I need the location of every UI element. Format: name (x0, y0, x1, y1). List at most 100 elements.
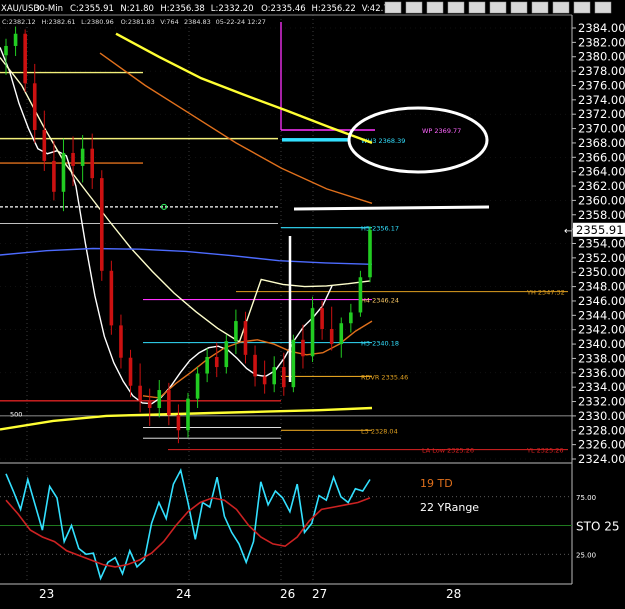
candle-body (320, 308, 324, 329)
candle-body (272, 367, 277, 385)
price-tick-label: 2352.00 (578, 251, 625, 265)
price-tick-label: 2368.00 (578, 136, 625, 150)
candle-body (234, 321, 238, 342)
stoch-tick-label: 75.00 (576, 494, 596, 502)
time-axis-label: 24 (176, 587, 191, 601)
toolbar-icon (531, 1, 549, 14)
candle-body (167, 390, 171, 416)
h3-level-label: H3 2340.18 (361, 340, 399, 348)
stoch-tick-label: 25.00 (576, 551, 596, 559)
weekly-pivot-label: WP 2369.77 (422, 127, 461, 135)
price-tick-label: 2340.00 (578, 337, 625, 351)
price-tick-label: 2374.00 (578, 93, 625, 107)
candle-body (262, 376, 267, 385)
candle-body (205, 356, 209, 374)
price-tick-label: 2338.00 (578, 351, 625, 365)
toolbar-icon (594, 1, 612, 14)
yl-label: YL 2325.26 (526, 447, 564, 455)
price-tick-label: 2360.00 (578, 193, 625, 207)
candle-body (253, 354, 257, 377)
prev-bar-field: O:2381.83 (121, 18, 155, 26)
candle-body (358, 277, 363, 313)
header-field: N:21.80 (120, 4, 154, 14)
price-tick-label: 2372.00 (578, 107, 625, 121)
rdvr-level-label: RDVR 2335.46 (361, 373, 408, 381)
candle-body (281, 367, 286, 388)
toolbar-icon (426, 1, 444, 14)
toolbar-icon (468, 1, 486, 14)
header-field: C:2355.91 (70, 4, 114, 14)
last-price-arrow-icon: ← (564, 226, 572, 237)
candle-body (42, 130, 47, 161)
trading-chart: XAU/USD 30-Min C:2355.91 N:21.80 H:2356.38 L:… (0, 0, 625, 605)
candle-body (157, 390, 162, 408)
candle-body (176, 415, 181, 431)
toolbar-icon (573, 1, 591, 14)
toolbar-icon (510, 1, 528, 14)
candle-body (52, 160, 56, 192)
price-tick-label: 2384.00 (578, 21, 625, 35)
price-tick-label: 2362.00 (578, 179, 625, 193)
candle-body (349, 312, 353, 324)
toolbar-icon (384, 1, 402, 14)
yrange-label: 22 YRange (420, 501, 479, 514)
candle-body (80, 148, 85, 166)
toolbar-icon (552, 1, 570, 14)
prev-bar-field: C:2382.12 (2, 18, 36, 26)
price-tick-label: 2376.00 (578, 78, 625, 92)
prev-bar-field: L:2380.96 (81, 18, 114, 26)
last-price-label: 2355.91 (576, 223, 624, 237)
l3-level-label: L3 2328.04 (361, 427, 398, 435)
price-tick-label: 2326.00 (578, 438, 625, 452)
price-tick-label: 2342.00 (578, 323, 625, 337)
candle-body (99, 178, 104, 271)
candle-body (119, 325, 123, 358)
weekly-h3-bar (282, 138, 348, 142)
candle-body (291, 339, 296, 388)
price-tick-label: 2334.00 (578, 380, 625, 394)
candle-body (23, 33, 27, 84)
candle-body (90, 148, 95, 179)
stoch-name-label: STO 25 (576, 520, 619, 534)
candle-body (147, 401, 152, 408)
price-tick-label: 2370.00 (578, 122, 625, 136)
price-tick-label: 2332.00 (578, 395, 625, 409)
price-tick-label: 2366.00 (578, 150, 625, 164)
price-tick-label: 2324.00 (578, 452, 625, 466)
price-tick-label: 2382.00 (578, 35, 625, 49)
price-tick-label: 2364.00 (578, 165, 625, 179)
header-field: H:2356.22 (311, 4, 355, 14)
price-tick-label: 2350.00 (578, 265, 625, 279)
time-axis-label: 28 (446, 587, 461, 601)
time-axis-label: 26 (280, 587, 295, 601)
price-tick-label: 2378.00 (578, 64, 625, 78)
candle-body (186, 398, 190, 431)
time-axis-label: 27 (312, 587, 327, 601)
candle-body (310, 308, 315, 357)
toolbar-icon (447, 1, 465, 14)
header-field: L:2332.20 (211, 4, 254, 14)
header-interval: 30-Min (34, 4, 63, 14)
annotation-bar (293, 205, 490, 211)
price-tick-label: 2354.00 (578, 237, 625, 251)
candle-body (339, 323, 344, 345)
price-tick-label: 2328.00 (578, 423, 625, 437)
toolbar-icon (405, 1, 423, 14)
price-tick-label: 2336.00 (578, 366, 625, 380)
candle-body (368, 229, 372, 278)
h5-level-label: H5 2356.17 (361, 225, 399, 233)
candle-body (13, 33, 18, 46)
candle-body (301, 339, 305, 357)
yh-level-label: YH 2347.32 (526, 289, 565, 297)
prev-bar-field: V:764 (160, 18, 179, 26)
candle-body (71, 152, 75, 166)
candle-body (128, 357, 133, 386)
candle-body (138, 385, 142, 402)
candle-body (4, 45, 8, 56)
header-field: O:2335.46 (261, 4, 306, 14)
price-tick-label: 2330.00 (578, 409, 625, 423)
candle-body (32, 83, 37, 131)
prev-bar-field: 05-22-24 12:27 (216, 18, 266, 26)
td-label: 19 TD (420, 477, 453, 490)
price-tick-label: 2346.00 (578, 294, 625, 308)
